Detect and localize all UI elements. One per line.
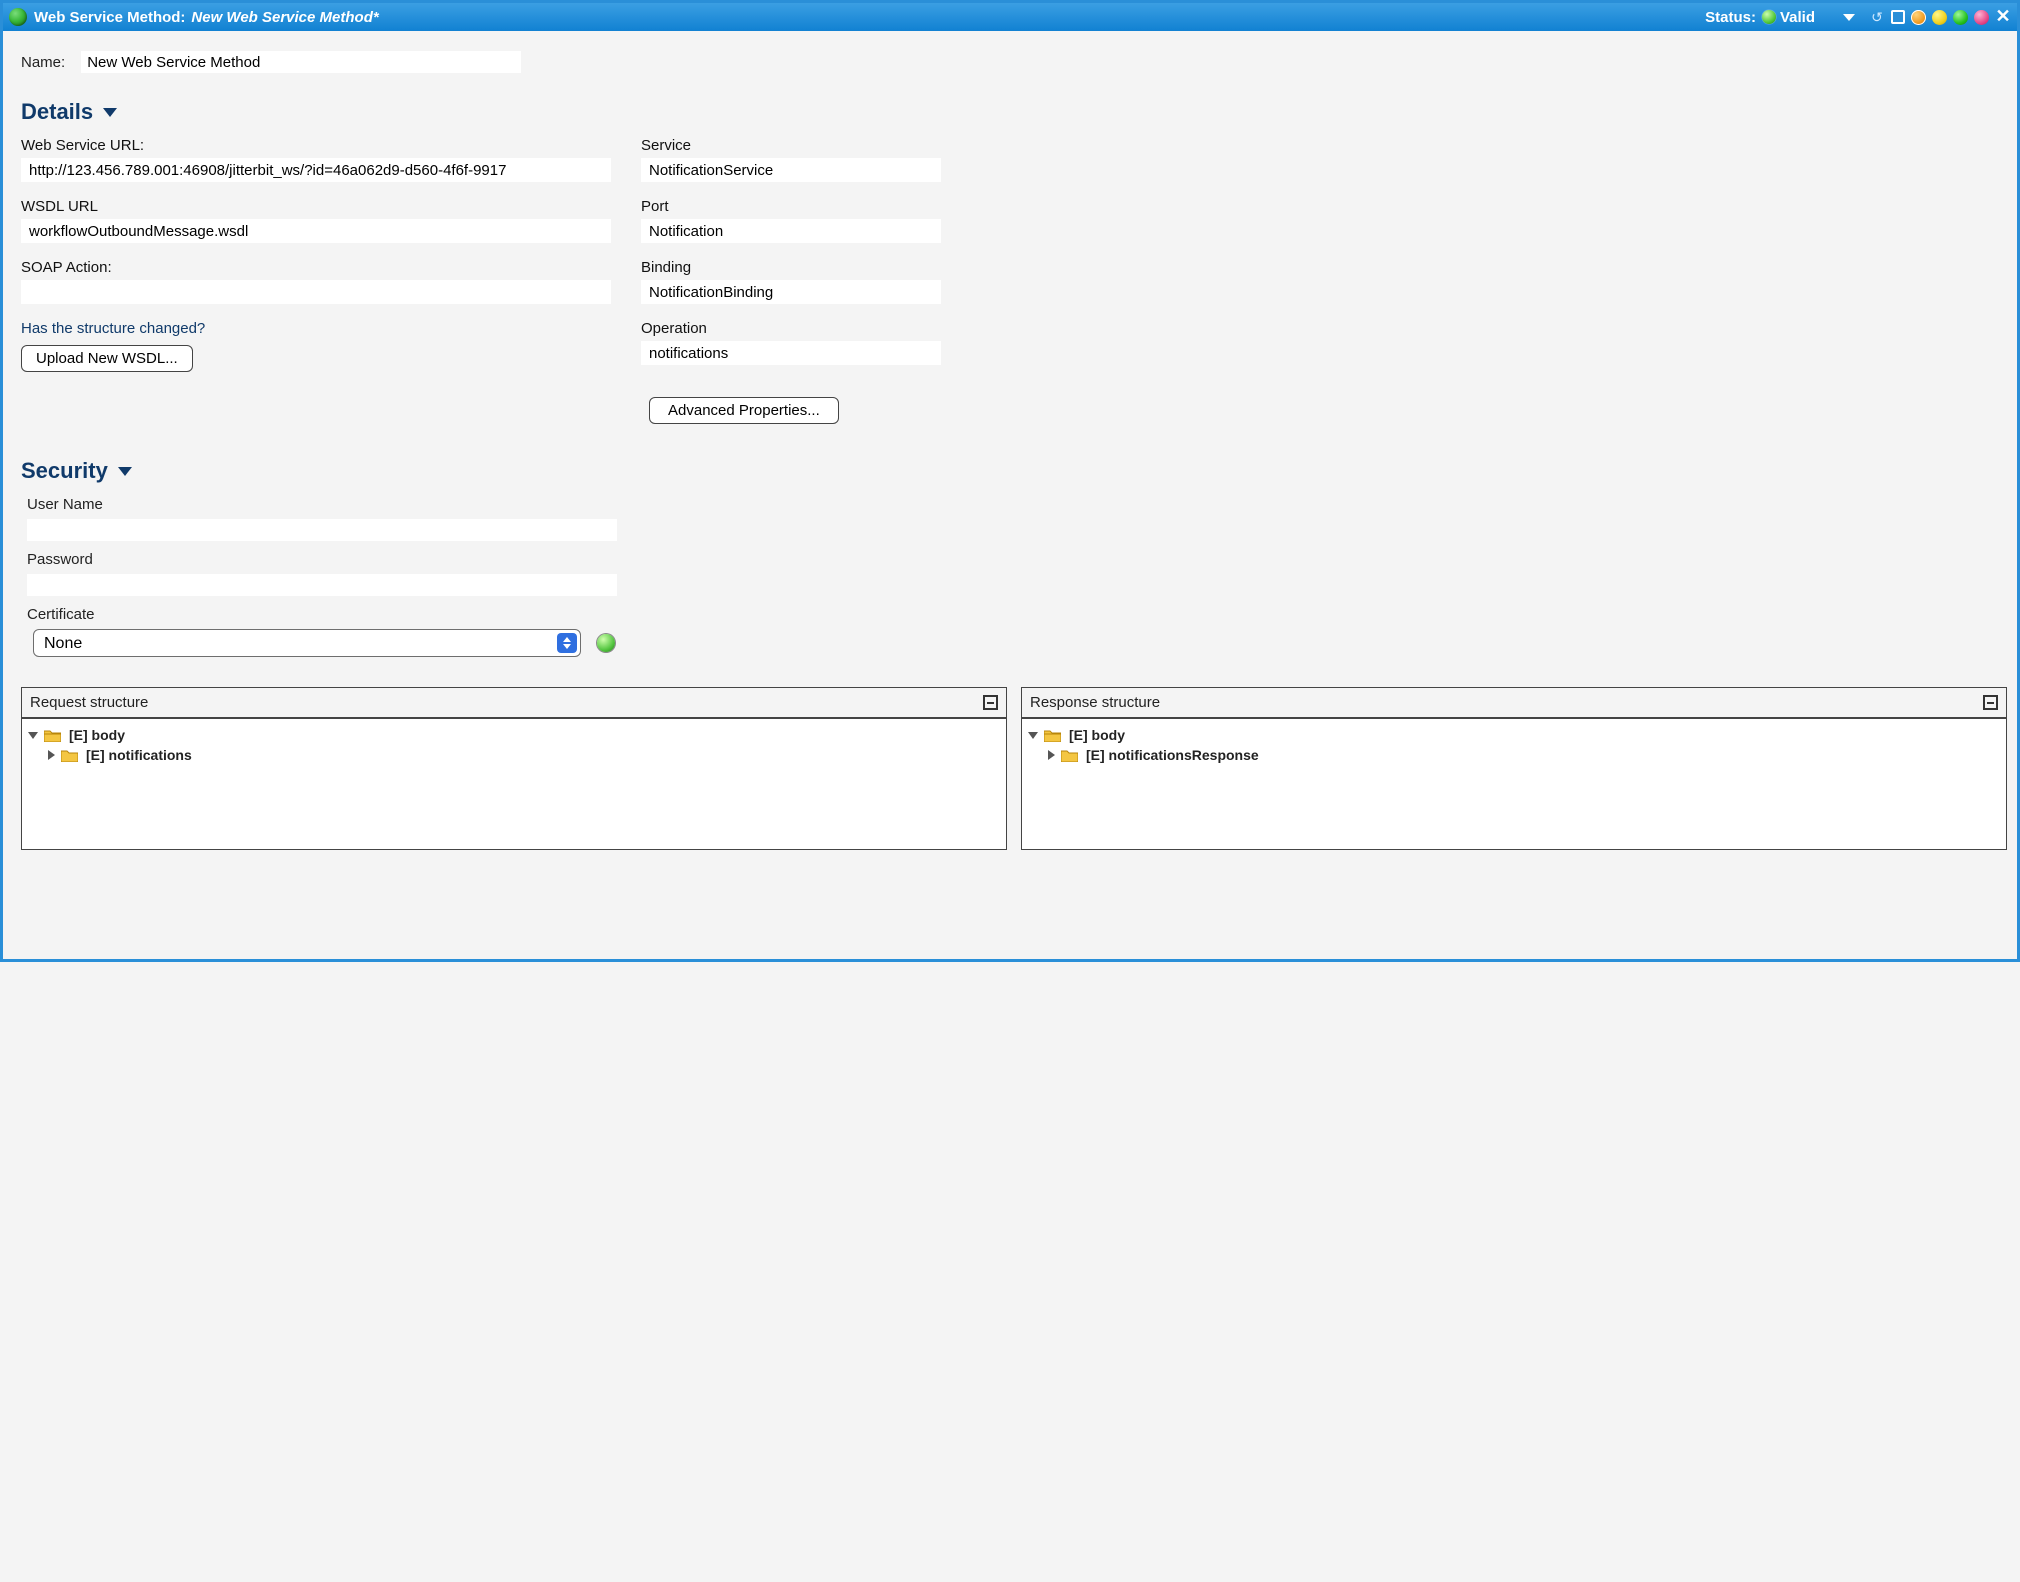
tree-row[interactable]: [E] body — [28, 725, 1000, 745]
tree-row[interactable]: [E] notifications — [48, 745, 1000, 765]
advanced-properties-button[interactable]: Advanced Properties... — [649, 397, 839, 424]
folder-open-icon — [44, 729, 61, 742]
service-input[interactable] — [641, 158, 941, 182]
tree-twisty-closed-icon[interactable] — [1048, 750, 1055, 760]
collapse-icon[interactable] — [1983, 695, 1998, 710]
tree-node-label: [E] notifications — [86, 745, 192, 765]
tree-twisty-open-icon[interactable] — [28, 732, 38, 739]
certificate-field: Certificate None — [27, 606, 2007, 657]
details-right-column: Service Port Binding Operation Advanced … — [641, 137, 2007, 424]
title-dynamic: New Web Service Method* — [191, 9, 378, 26]
name-label: Name: — [21, 54, 65, 71]
security-section-header[interactable]: Security — [21, 458, 2007, 484]
operation-label: Operation — [641, 320, 2007, 337]
tool-icon-4[interactable] — [1932, 10, 1947, 25]
service-label: Service — [641, 137, 2007, 154]
details-grid: Web Service URL: WSDL URL SOAP Action: H… — [21, 137, 2007, 424]
username-input[interactable] — [27, 519, 617, 541]
port-field: Port — [641, 198, 2007, 243]
request-structure-panel: Request structure [E] body — [21, 687, 1007, 850]
security-section: Security User Name Password Certificate … — [21, 458, 2007, 657]
globe-icon — [9, 8, 27, 26]
status-indicator-icon — [1762, 10, 1776, 24]
refresh-icon[interactable] — [597, 634, 615, 652]
title-bar: Web Service Method: New Web Service Meth… — [3, 3, 2017, 31]
request-structure-body: [E] body [E] notifications — [22, 719, 1006, 849]
close-icon[interactable]: ✕ — [1995, 9, 2011, 25]
tool-icon-2[interactable] — [1891, 10, 1905, 24]
soap-action-label: SOAP Action: — [21, 259, 621, 276]
tool-icon-3[interactable] — [1911, 10, 1926, 25]
help-icon[interactable] — [1974, 10, 1989, 25]
operation-field: Operation — [641, 320, 2007, 365]
caret-down-icon — [118, 467, 132, 476]
binding-label: Binding — [641, 259, 2007, 276]
username-field: User Name — [27, 496, 2007, 541]
ws-url-field: Web Service URL: — [21, 137, 621, 182]
certificate-label: Certificate — [27, 606, 2007, 623]
certificate-select[interactable]: None — [33, 629, 581, 657]
password-label: Password — [27, 551, 2007, 568]
security-section-title: Security — [21, 458, 108, 484]
certificate-select-wrap: None — [33, 629, 581, 657]
structure-changed-text: Has the structure changed? — [21, 320, 621, 337]
response-structure-header: Response structure — [1022, 688, 2006, 719]
ws-url-input[interactable] — [21, 158, 611, 182]
details-section-header[interactable]: Details — [21, 99, 2007, 125]
operation-input[interactable] — [641, 341, 941, 365]
structure-panels: Request structure [E] body — [21, 687, 2007, 850]
response-structure-panel: Response structure [E] body — [1021, 687, 2007, 850]
titlebar-icons: ↺ ✕ — [1843, 9, 2011, 25]
details-left-column: Web Service URL: WSDL URL SOAP Action: H… — [21, 137, 621, 424]
details-section-title: Details — [21, 99, 93, 125]
status-text: Valid — [1780, 9, 1815, 26]
tree-row[interactable]: [E] notificationsResponse — [1048, 745, 2000, 765]
tree-twisty-closed-icon[interactable] — [48, 750, 55, 760]
tree-node-label: [E] notificationsResponse — [1086, 745, 1259, 765]
upload-wsdl-button[interactable]: Upload New WSDL... — [21, 345, 193, 372]
response-structure-body: [E] body [E] notificationsResponse — [1022, 719, 2006, 849]
content-area: Name: Details Web Service URL: WSDL URL — [3, 31, 2017, 959]
status-label: Status: — [1705, 9, 1756, 26]
name-row: Name: — [21, 51, 2007, 73]
wsdl-url-field: WSDL URL — [21, 198, 621, 243]
service-field: Service — [641, 137, 2007, 182]
caret-down-icon — [103, 108, 117, 117]
name-input[interactable] — [81, 51, 521, 73]
tool-icon-1[interactable]: ↺ — [1869, 9, 1885, 25]
tree-twisty-open-icon[interactable] — [1028, 732, 1038, 739]
ws-url-label: Web Service URL: — [21, 137, 621, 154]
soap-action-input[interactable] — [21, 280, 611, 304]
response-structure-title: Response structure — [1030, 694, 1160, 711]
window: Web Service Method: New Web Service Meth… — [0, 0, 2020, 962]
dropdown-icon[interactable] — [1843, 14, 1855, 21]
tree-row[interactable]: [E] body — [1028, 725, 2000, 745]
tree-node-label: [E] body — [1069, 725, 1125, 745]
port-input[interactable] — [641, 219, 941, 243]
folder-icon — [61, 749, 78, 762]
collapse-icon[interactable] — [983, 695, 998, 710]
tool-icon-5[interactable] — [1953, 10, 1968, 25]
request-structure-header: Request structure — [22, 688, 1006, 719]
wsdl-url-input[interactable] — [21, 219, 611, 243]
folder-icon — [1061, 749, 1078, 762]
request-structure-title: Request structure — [30, 694, 148, 711]
binding-field: Binding — [641, 259, 2007, 304]
password-field: Password — [27, 551, 2007, 596]
wsdl-url-label: WSDL URL — [21, 198, 621, 215]
soap-action-field: SOAP Action: — [21, 259, 621, 304]
username-label: User Name — [27, 496, 2007, 513]
tree-node-label: [E] body — [69, 725, 125, 745]
port-label: Port — [641, 198, 2007, 215]
title-static: Web Service Method: — [34, 9, 185, 26]
folder-open-icon — [1044, 729, 1061, 742]
binding-input[interactable] — [641, 280, 941, 304]
password-input[interactable] — [27, 574, 617, 596]
